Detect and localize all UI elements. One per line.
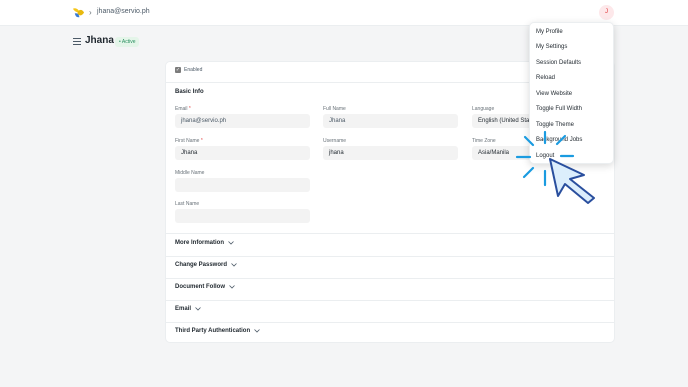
menu-item-view-website[interactable]: View Website	[536, 91, 572, 97]
section-email[interactable]: Email	[175, 306, 201, 312]
chevron-down-icon	[229, 285, 235, 289]
divider	[166, 300, 614, 301]
section-label: Third Party Authentication	[175, 328, 251, 334]
divider	[166, 278, 614, 279]
last-name-field[interactable]	[175, 209, 310, 223]
section-label: More Information	[175, 240, 224, 246]
section-label: Change Password	[175, 262, 228, 268]
menu-item-session-defaults[interactable]: Session Defaults	[536, 60, 581, 66]
chevron-down-icon	[195, 307, 201, 311]
divider	[166, 256, 614, 257]
breadcrumb-user-link[interactable]: jhana@servio.ph	[97, 8, 150, 15]
chevron-down-icon	[231, 263, 237, 267]
status-badge: • Active	[115, 37, 140, 47]
section-third-party-auth[interactable]: Third Party Authentication	[175, 328, 260, 334]
email-label: Email *	[175, 106, 191, 112]
section-label: Document Follow	[175, 284, 225, 290]
section-document-follow[interactable]: Document Follow	[175, 284, 235, 290]
menu-item-toggle-full-width[interactable]: Toggle Full Width	[536, 106, 582, 112]
menu-item-my-settings[interactable]: My Settings	[536, 44, 567, 50]
divider	[166, 322, 614, 323]
section-title-basic-info: Basic Info	[175, 89, 204, 95]
language-label: Language	[472, 106, 495, 112]
first-name-field[interactable]: Jhana	[175, 146, 310, 160]
chevron-down-icon	[254, 329, 260, 333]
time-zone-label: Time Zone	[472, 138, 496, 144]
username-field[interactable]: jhana	[323, 146, 458, 160]
section-label: Email	[175, 306, 192, 312]
user-avatar[interactable]: J	[599, 5, 614, 20]
middle-name-label: Middle Name	[175, 170, 205, 176]
full-name-label: Full Name	[323, 106, 346, 112]
enabled-checkbox-row[interactable]: ✓ Enabled	[175, 67, 202, 73]
email-field[interactable]: jhana@servio.ph	[175, 114, 310, 128]
first-name-label: First Name *	[175, 138, 203, 144]
middle-name-field[interactable]	[175, 178, 310, 192]
chevron-down-icon	[228, 241, 234, 245]
last-name-label: Last Name	[175, 201, 200, 207]
breadcrumb-separator: ›	[89, 8, 92, 17]
full-name-field[interactable]: Jhana	[323, 114, 458, 128]
divider	[166, 233, 614, 234]
app-logo-icon[interactable]	[72, 6, 85, 19]
enabled-label: Enabled	[184, 67, 203, 73]
username-label: Username	[323, 138, 347, 144]
menu-item-reload[interactable]: Reload	[536, 75, 555, 81]
page-title: Jhana	[85, 35, 114, 46]
enabled-checkbox[interactable]: ✓	[175, 67, 181, 73]
click-cursor-icon	[515, 130, 595, 204]
sidebar-toggle-icon[interactable]	[73, 38, 81, 45]
menu-item-my-profile[interactable]: My Profile	[536, 29, 563, 35]
section-change-password[interactable]: Change Password	[175, 262, 237, 268]
section-more-information[interactable]: More Information	[175, 240, 234, 246]
